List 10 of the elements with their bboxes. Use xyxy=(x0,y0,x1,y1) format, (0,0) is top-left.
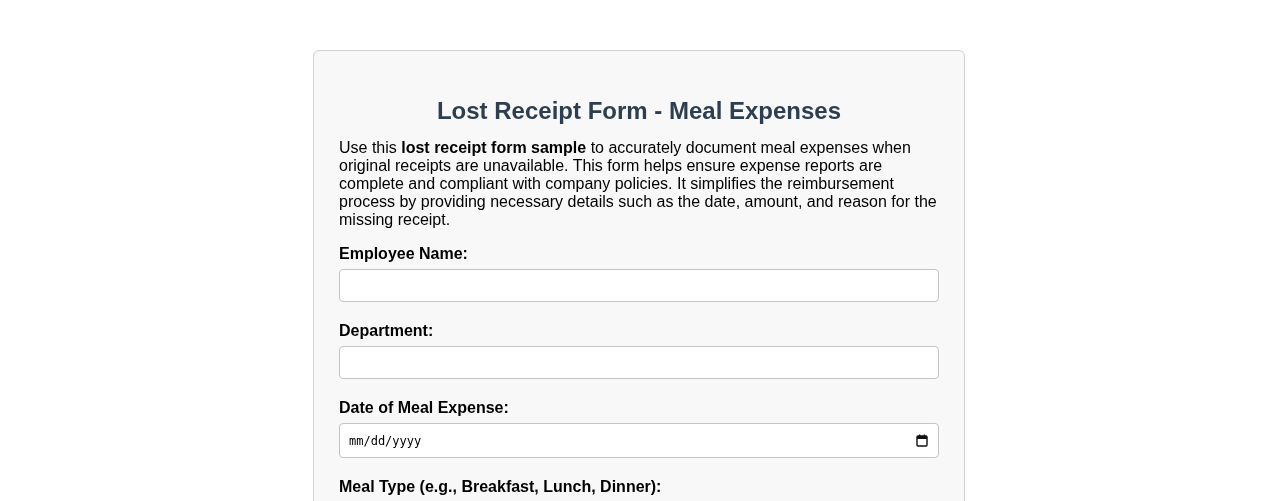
intro-paragraph: Use this lost receipt form sample to accurately document meal expenses when original receipts are unavailable. This form helps ensure expense reports are complete and compliant with company policies. It simplifies the reimbursement process by providing necessary details such as the date, amount, and reason for the missing receipt. xyxy=(339,139,938,229)
form-title: Lost Receipt Form - Meal Expenses xyxy=(435,96,843,126)
field-label: Meal Type (e.g., Breakfast, Lunch, Dinner): xyxy=(339,478,663,496)
text-field[interactable] xyxy=(339,269,939,302)
calendar-icon[interactable] xyxy=(916,434,928,447)
field-label: Date of Meal Expense: xyxy=(339,399,510,417)
field-label: Employee Name: xyxy=(339,245,469,263)
text-field[interactable] xyxy=(339,346,939,379)
field-label: Department: xyxy=(339,322,435,340)
date-field[interactable]: mm/dd/yyyy xyxy=(339,423,939,458)
